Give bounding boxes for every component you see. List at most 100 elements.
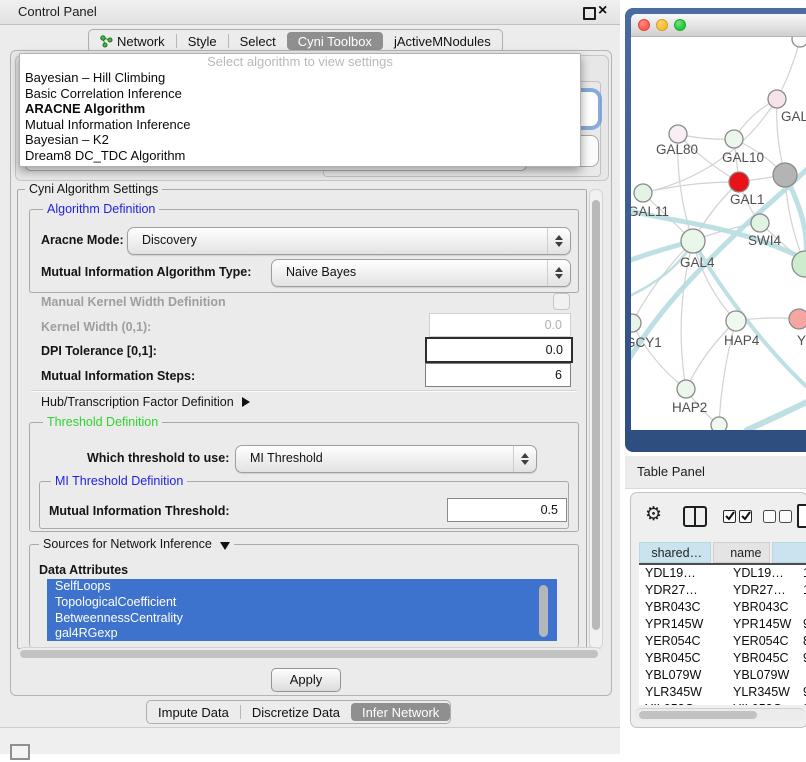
network-node-gal80[interactable]	[669, 125, 687, 143]
close-icon[interactable]: ×	[598, 1, 607, 21]
node-label: HAP2	[672, 400, 707, 415]
zoom-traffic-light-icon[interactable]	[674, 19, 686, 31]
algorithm-option[interactable]: Basic Correlation Inference	[20, 86, 580, 102]
deselect-checkbox-icon[interactable]	[779, 510, 792, 523]
separator	[31, 390, 577, 392]
tab-network-label: Network	[117, 34, 165, 49]
split-columns-icon[interactable]	[683, 506, 707, 527]
table-cell: YBR043C	[727, 599, 797, 616]
list-scrollbar-thumb[interactable]	[539, 585, 548, 637]
table-panel-window: ⚙ shared…name YDL19…YDL19…13YDR27…YDR27……	[630, 492, 806, 728]
hub-section-toggle[interactable]: Hub/Transcription Factor Definition	[41, 395, 250, 409]
table-cell: 9	[797, 701, 806, 705]
docked-panel-icon[interactable]	[10, 744, 30, 760]
attribute-list-item[interactable]: TopologicalCoefficient	[47, 595, 557, 611]
minimize-traffic-light-icon[interactable]	[656, 19, 668, 31]
network-edge[interactable]	[632, 323, 686, 389]
table-row[interactable]: YDL19…YDL19…13	[639, 565, 806, 582]
algorithm-option[interactable]: Dream8 DC_TDC Algorithm	[20, 148, 580, 164]
column-header[interactable]: shared…	[639, 542, 711, 563]
dpi-tolerance-field[interactable]: 0.0	[425, 337, 573, 363]
network-node-gal4[interactable]	[681, 229, 705, 253]
table-cell: YDL19…	[639, 565, 727, 582]
network-node-gcy1[interactable]	[631, 314, 641, 332]
column-header[interactable]	[772, 542, 806, 563]
network-node-salmon[interactable]	[789, 309, 806, 329]
mi-type-combobox[interactable]: Naive Bayes	[271, 259, 571, 287]
network-edge[interactable]	[643, 182, 739, 193]
table-cell: YPR145W	[727, 616, 797, 633]
scrollbar-thumb[interactable]	[592, 200, 600, 630]
which-threshold-combobox[interactable]: MI Threshold	[235, 445, 537, 473]
scrollbar-thumb[interactable]	[20, 650, 598, 658]
network-view-window: GALGAL80GAL10GAL1GAL11SWI4GAL4GCY1HAP4YH…	[625, 8, 806, 452]
aracne-mode-combobox[interactable]: Discovery	[127, 227, 571, 255]
table-row[interactable]: YIL052CYIL052C9	[639, 701, 806, 705]
table-row[interactable]: YBL079WYBL079W	[639, 667, 806, 684]
network-node-swi4[interactable]	[751, 214, 769, 232]
table-panel-titlebar: Table Panel	[625, 456, 806, 489]
mi-steps-field[interactable]: 6	[425, 363, 571, 387]
tab-infer-network[interactable]: Infer Network	[351, 703, 450, 721]
network-node-hap2[interactable]	[677, 380, 695, 398]
network-node-gal11[interactable]	[634, 184, 652, 202]
network-node-gal10[interactable]	[725, 130, 743, 148]
tab-select[interactable]: Select	[229, 32, 287, 50]
tab-network[interactable]: Network	[89, 32, 176, 50]
settings-vertical-scrollbar[interactable]	[589, 189, 603, 649]
close-traffic-light-icon[interactable]	[638, 19, 650, 31]
kernel-width-field[interactable]: 0.0	[429, 313, 571, 337]
manual-kernel-checkbox[interactable]	[553, 293, 570, 310]
table-cell: YER054C	[727, 633, 797, 650]
table-horizontal-scrollbar[interactable]	[635, 708, 805, 721]
gear-icon[interactable]: ⚙	[645, 505, 662, 525]
algorithm-option[interactable]: Bayesian – Hill Climbing	[20, 70, 580, 86]
tab-impute-data[interactable]: Impute Data	[147, 703, 240, 721]
table-row[interactable]: YER054CYER054C8.	[639, 633, 806, 650]
network-node-hap4[interactable]	[726, 311, 746, 331]
attribute-list-item[interactable]: SelfLoops	[47, 579, 557, 595]
algorithm-option[interactable]: Mutual Information Inference	[20, 117, 580, 133]
algorithm-option[interactable]: Bayesian – K2	[20, 132, 580, 148]
network-node-pinkA[interactable]	[768, 90, 786, 108]
algorithm-option[interactable]: ARACNE Algorithm	[20, 101, 580, 117]
select-all-checkbox-icon[interactable]	[723, 510, 736, 523]
table-row[interactable]: YLR345WYLR345W9.	[639, 684, 806, 701]
scrollbar-thumb[interactable]	[639, 711, 757, 719]
table-row[interactable]: YPR145WYPR145W9.	[639, 616, 806, 633]
table-cell: YDL19…	[727, 565, 797, 582]
node-label: Y	[797, 333, 806, 348]
select-all-checkbox-icon[interactable]	[739, 510, 752, 523]
node-label: GAL80	[656, 142, 698, 157]
data-attributes-list[interactable]: SelfLoopsTopologicalCoefficientBetweenne…	[47, 579, 557, 641]
column-header[interactable]: name	[713, 542, 770, 563]
table-row[interactable]: YBR043CYBR043C	[639, 599, 806, 616]
attribute-list-item[interactable]: BetweennessCentrality	[47, 611, 557, 627]
network-node-bottom[interactable]	[711, 417, 727, 430]
tab-discretize-data[interactable]: Discretize Data	[241, 703, 351, 721]
float-window-icon[interactable]	[583, 7, 596, 20]
tab-style[interactable]: Style	[177, 32, 228, 50]
network-node-gray[interactable]	[773, 163, 797, 187]
sources-group-title[interactable]: Sources for Network Inference	[39, 537, 234, 551]
tab-cyni-toolbox[interactable]: Cyni Toolbox	[287, 32, 383, 50]
network-canvas[interactable]: GALGAL80GAL10GAL1GAL11SWI4GAL4GCY1HAP4YH…	[631, 37, 806, 430]
network-node-topcut[interactable]	[792, 37, 806, 47]
which-threshold-value: MI Threshold	[250, 451, 323, 465]
network-edge[interactable]	[686, 321, 736, 389]
table-cell: YBR043C	[639, 599, 727, 616]
attribute-list-item[interactable]: gal4RGexp	[47, 626, 557, 641]
mi-steps-label: Mutual Information Steps:	[41, 369, 195, 383]
network-node-red[interactable]	[729, 172, 749, 192]
deselect-checkbox-icon[interactable]	[763, 510, 776, 523]
table-row[interactable]: YBR045CYBR045C9.	[639, 650, 806, 667]
control-panel-titlebar: Control Panel ×	[0, 0, 620, 25]
mi-threshold-field[interactable]: 0.5	[447, 498, 567, 522]
apply-button[interactable]: Apply	[271, 668, 341, 692]
table-cell: YIL052C	[727, 701, 797, 705]
file-icon[interactable]	[797, 504, 806, 528]
table-row[interactable]: YDR27…YDR27…12	[639, 582, 806, 599]
table-cell: YBL079W	[639, 667, 727, 684]
tab-jactivemnodules[interactable]: jActiveMNodules	[383, 32, 502, 50]
settings-horizontal-scrollbar[interactable]	[18, 647, 602, 659]
